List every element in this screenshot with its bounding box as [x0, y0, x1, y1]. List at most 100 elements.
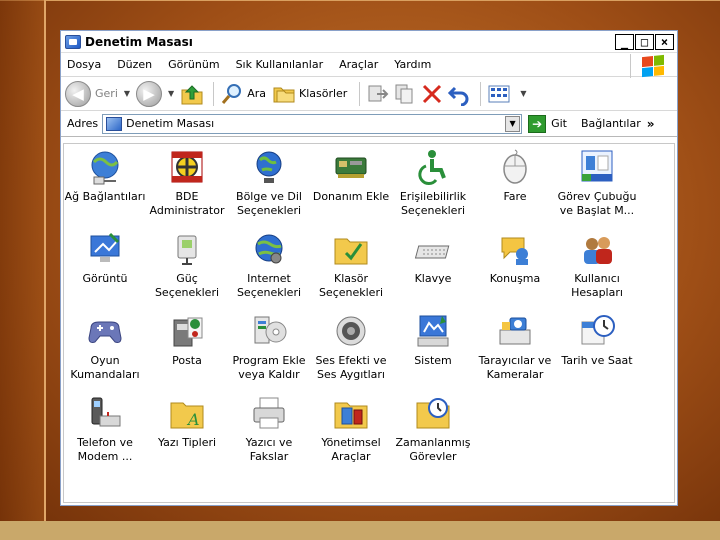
go-button[interactable]: ➔ Git — [528, 114, 567, 133]
back-button[interactable]: ◀ Geri ▼ — [65, 80, 130, 107]
menu-dosya[interactable]: Dosya — [67, 58, 101, 71]
address-bar: Adres Denetim Masası ▼ ➔ Git Bağlantılar… — [61, 111, 677, 137]
windows-logo — [630, 54, 674, 78]
delete-icon[interactable] — [420, 82, 444, 106]
address-field[interactable]: Denetim Masası ▼ — [102, 113, 523, 134]
control-panel-item[interactable]: BDE Administrator — [146, 144, 228, 226]
control-panel-item-label: Yazı Tipleri — [157, 436, 217, 449]
control-panel-item-label: Tarih ve Saat — [561, 354, 633, 367]
control-panel-item-label: Görev Çubuğu ve Başlat M... — [557, 190, 637, 217]
toolbar-separator — [480, 81, 482, 106]
control-panel-item-label: Sistem — [414, 354, 452, 367]
links-toolbar[interactable]: Bağlantılar » — [581, 117, 655, 131]
copy-to-icon[interactable] — [393, 82, 417, 106]
title-bar[interactable]: Denetim Masası _ □ × — [61, 31, 677, 53]
system-icon — [414, 312, 452, 350]
control-panel-item-label: BDE Administrator — [149, 190, 225, 217]
search-label: Ara — [247, 87, 266, 100]
control-panel-item[interactable]: Oyun Kumandaları — [64, 308, 146, 390]
back-dropdown-icon[interactable]: ▼ — [124, 89, 130, 98]
forward-button[interactable]: ▶ ▼ — [136, 80, 174, 107]
close-button[interactable]: × — [655, 33, 674, 50]
views-icon[interactable] — [487, 82, 511, 106]
toolbar-separator — [213, 81, 215, 106]
control-panel-item[interactable]: Sistem — [392, 308, 474, 390]
undo-icon[interactable] — [447, 82, 471, 106]
control-panel-item-label: Klavye — [414, 272, 452, 285]
go-arrow-icon: ➔ — [528, 114, 547, 133]
menu-duzen[interactable]: Düzen — [117, 58, 152, 71]
sounds-audio-icon — [332, 312, 370, 350]
control-panel-item[interactable]: Program Ekle veya Kaldır — [228, 308, 310, 390]
menu-yardim[interactable]: Yardım — [394, 58, 431, 71]
search-button[interactable]: Ara — [220, 82, 266, 106]
maximize-button[interactable]: □ — [635, 33, 654, 50]
control-panel-item[interactable]: Ses Efekti ve Ses Aygıtları — [310, 308, 392, 390]
control-panel-item[interactable]: Görev Çubuğu ve Başlat M... — [556, 144, 638, 226]
control-panel-item[interactable]: Yönetimsel Araçlar — [310, 390, 392, 472]
control-panel-item-label: Bölge ve Dil Seçenekleri — [236, 190, 302, 217]
control-panel-item[interactable]: Erişilebilirlik Seçenekleri — [392, 144, 474, 226]
regional-language-icon — [250, 148, 288, 186]
icon-grid: Ağ Bağlantıları BDE Administrator Bölge ve… — [64, 144, 674, 472]
control-panel-item[interactable]: Internet Seçenekleri — [228, 226, 310, 308]
control-panel-item-label: Fare — [503, 190, 527, 203]
scanners-cameras-icon — [496, 312, 534, 350]
svg-text:A: A — [186, 410, 200, 429]
back-arrow-icon: ◀ — [65, 80, 91, 107]
keyboard-icon — [414, 230, 452, 268]
minimize-button[interactable]: _ — [615, 33, 634, 50]
menu-sik-kullanilanlar[interactable]: Sık Kullanılanlar — [236, 58, 324, 71]
control-panel-item[interactable]: Klasör Seçenekleri — [310, 226, 392, 308]
control-panel-item-label: Yazıcı ve Fakslar — [245, 436, 293, 463]
slide-divider-line — [44, 0, 46, 521]
date-time-icon — [578, 312, 616, 350]
control-panel-item[interactable]: Tarayıcılar ve Kameralar — [474, 308, 556, 390]
links-label: Bağlantılar — [581, 117, 641, 130]
control-panel-item[interactable]: Bölge ve Dil Seçenekleri — [228, 144, 310, 226]
control-panel-item[interactable]: Zamanlanmış Görevler — [392, 390, 474, 472]
control-panel-item[interactable]: Donanım Ekle — [310, 144, 392, 226]
control-panel-item[interactable]: Ağ Bağlantıları — [64, 144, 146, 226]
control-panel-item[interactable]: Kullanıcı Hesapları — [556, 226, 638, 308]
folders-label: Klasörler — [298, 87, 348, 100]
address-label: Adres — [67, 117, 99, 130]
control-panel-item[interactable]: Tarih ve Saat — [556, 308, 638, 390]
go-label: Git — [551, 117, 567, 130]
control-panel-item[interactable]: Konuşma — [474, 226, 556, 308]
control-panel-item[interactable]: Görüntü — [64, 226, 146, 308]
control-panel-item[interactable]: Fare — [474, 144, 556, 226]
control-panel-item[interactable]: Posta — [146, 308, 228, 390]
control-panel-item[interactable]: Güç Seçenekleri — [146, 226, 228, 308]
control-panel-item[interactable]: Telefon ve Modem ... — [64, 390, 146, 472]
power-options-icon — [168, 230, 206, 268]
views-dropdown-icon[interactable]: ▼ — [520, 89, 526, 98]
control-panel-item-label: Tarayıcılar ve Kameralar — [478, 354, 552, 381]
links-chevron-icon[interactable]: » — [647, 117, 655, 131]
control-panel-item-label: Erişilebilirlik Seçenekleri — [399, 190, 467, 217]
add-remove-programs-icon — [250, 312, 288, 350]
menu-gorunum[interactable]: Görünüm — [168, 58, 219, 71]
menu-bar: Dosya Düzen Görünüm Sık Kullanılanlar Ar… — [61, 53, 677, 78]
folders-button[interactable]: Klasörler — [272, 82, 347, 106]
control-panel-item[interactable]: A Yazı Tipleri — [146, 390, 228, 472]
fonts-icon: A — [168, 394, 206, 432]
address-value: Denetim Masası — [126, 117, 215, 130]
control-panel-item-label: Ağ Bağlantıları — [64, 190, 146, 203]
folder-options-icon — [332, 230, 370, 268]
control-panel-icon — [65, 34, 81, 49]
control-panel-item-label: Oyun Kumandaları — [70, 354, 140, 381]
internet-options-icon — [250, 230, 288, 268]
control-panel-item[interactable]: Yazıcı ve Fakslar — [228, 390, 310, 472]
control-panel-item-label: Donanım Ekle — [312, 190, 390, 203]
control-panel-item[interactable]: Klavye — [392, 226, 474, 308]
up-folder-icon[interactable] — [180, 82, 204, 106]
menu-araclar[interactable]: Araçlar — [339, 58, 378, 71]
move-to-icon[interactable] — [366, 82, 390, 106]
forward-dropdown-icon[interactable]: ▼ — [168, 89, 174, 98]
mail-icon — [168, 312, 206, 350]
network-connections-icon — [86, 148, 124, 186]
windows-flag-icon — [641, 54, 664, 78]
address-dropdown-icon[interactable]: ▼ — [505, 115, 521, 132]
control-panel-item-label: Klasör Seçenekleri — [318, 272, 384, 299]
